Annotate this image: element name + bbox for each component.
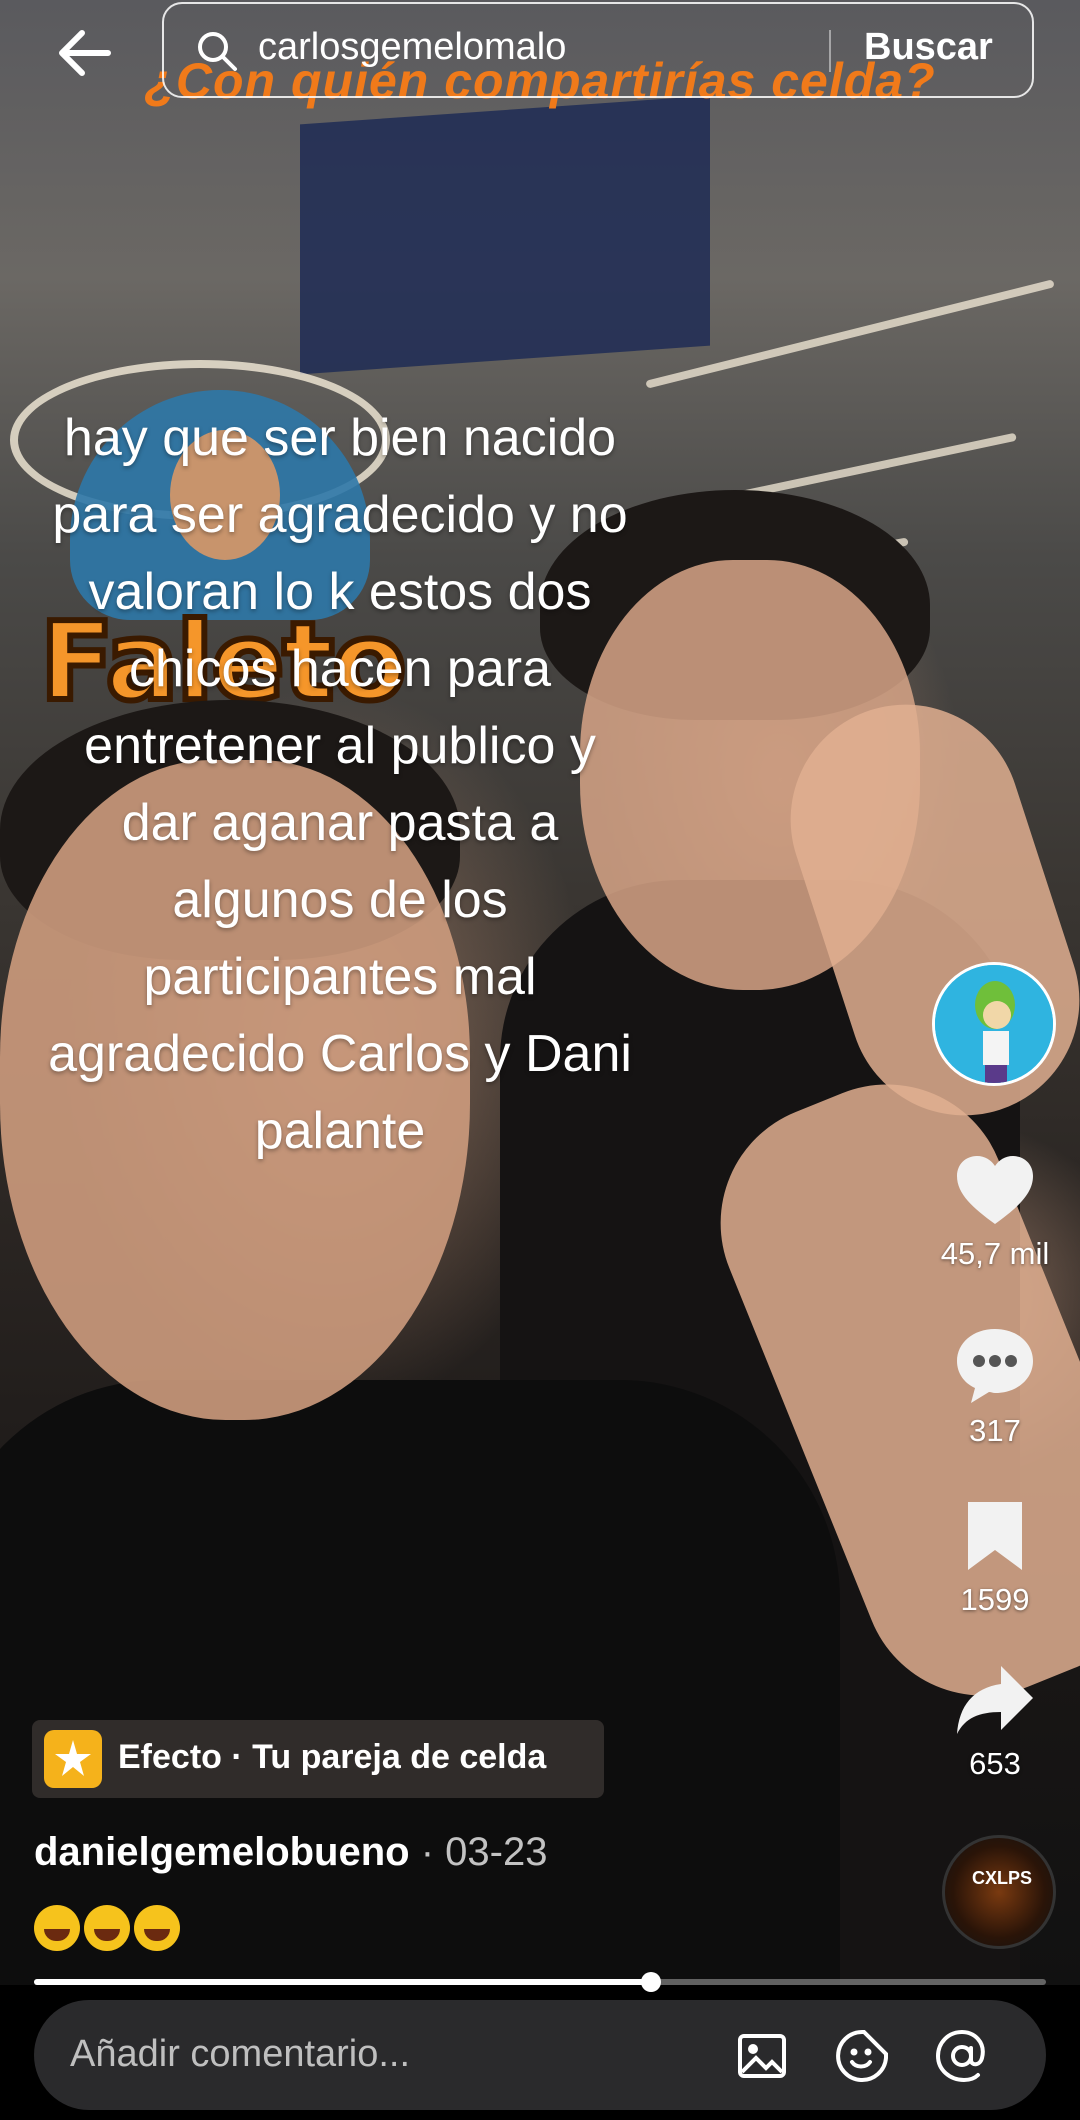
comment-count: 317	[969, 1413, 1021, 1448]
person-left-shirt	[0, 1380, 840, 1985]
post-author-line: danielgemelobueno · 03-23	[34, 1830, 547, 1875]
share-button[interactable]: 653	[925, 1662, 1065, 1782]
like-count: 45,7 mil	[940, 1236, 1050, 1271]
sound-disc-label: CXLPS	[971, 1868, 1032, 1888]
creator-avatar[interactable]	[932, 962, 1056, 1086]
effect-chip[interactable]: Efecto · Tu pareja de celda	[32, 1720, 604, 1798]
search-divider	[829, 30, 831, 72]
ceiling-screen	[300, 95, 710, 375]
spark-icon	[55, 1740, 91, 1776]
comment-input-bar[interactable]: Añadir comentario...	[34, 2000, 1046, 2110]
post-date: · 03-23	[409, 1830, 548, 1874]
image-icon[interactable]	[734, 2028, 790, 2084]
save-button[interactable]: 1599	[925, 1498, 1065, 1618]
effect-icon	[44, 1730, 102, 1788]
author-username[interactable]: danielgemelobueno	[34, 1830, 410, 1874]
save-count: 1599	[960, 1582, 1030, 1617]
video-progress-handle[interactable]	[641, 1972, 662, 1992]
like-button[interactable]: 45,7 mil	[925, 1152, 1065, 1272]
sticker-icon[interactable]	[834, 2028, 890, 2084]
video-progress-fill	[34, 1979, 652, 1985]
video-caption-text: hay que ser bien nacido para ser agradec…	[48, 409, 632, 1160]
search-bar[interactable]: carlosgemelomalo Buscar	[162, 2, 1034, 98]
search-input[interactable]: carlosgemelomalo	[258, 26, 566, 69]
share-count: 653	[969, 1746, 1021, 1781]
laughing-emoji-icon	[34, 1905, 80, 1951]
comment-button[interactable]: 317	[925, 1325, 1065, 1449]
effect-label: Efecto · Tu pareja de celda	[118, 1738, 547, 1776]
laughing-emoji-icon	[84, 1905, 130, 1951]
at-sign-icon[interactable]	[934, 2028, 990, 2084]
sound-disc[interactable]: CXLPS	[942, 1835, 1056, 1949]
back-arrow-icon	[59, 30, 111, 76]
laughing-emoji-icon	[134, 1905, 180, 1951]
comment-input[interactable]: Añadir comentario...	[70, 2033, 410, 2076]
video-progress-bar[interactable]	[34, 1972, 1046, 1992]
heart-icon	[957, 1156, 1033, 1224]
search-icon	[198, 32, 237, 71]
bookmark-icon	[968, 1502, 1022, 1570]
back-button[interactable]	[52, 20, 118, 86]
comment-bubble-icon	[957, 1329, 1033, 1403]
share-arrow-icon	[957, 1666, 1033, 1734]
search-button[interactable]: Buscar	[864, 26, 993, 69]
post-description	[34, 1905, 184, 1962]
